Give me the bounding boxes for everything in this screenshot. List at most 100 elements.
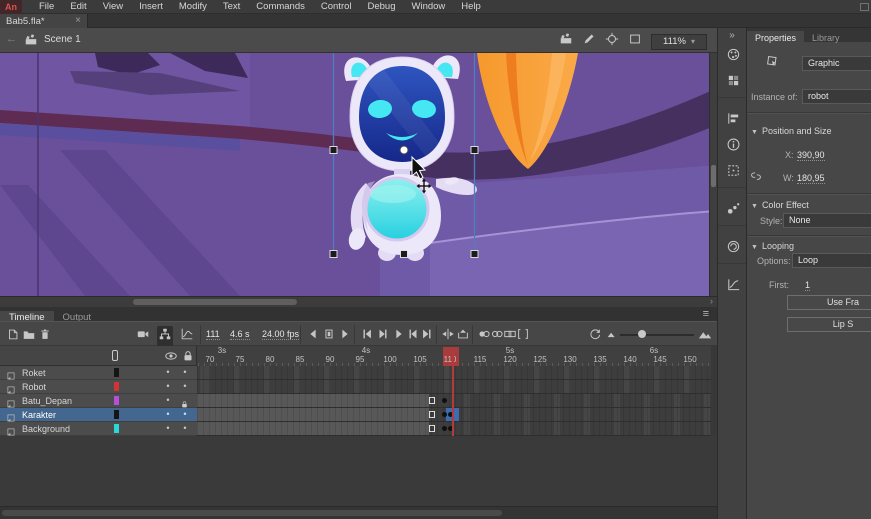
step-forward-icon[interactable] [406,327,420,346]
play-icon[interactable] [392,327,406,346]
instance-name-field[interactable]: robot [802,89,871,104]
tab-properties[interactable]: Properties [747,31,804,45]
elapsed-time-value[interactable]: 4.6 s [230,329,250,340]
camera-icon[interactable] [136,327,150,346]
color-palette-icon[interactable] [718,41,748,67]
span-end-marker[interactable] [429,425,435,432]
frame-span[interactable] [197,422,429,435]
color-style-select[interactable]: None [783,213,871,228]
info-icon[interactable] [718,131,748,157]
lip-sync-button[interactable]: Lip S [787,317,871,332]
edit-scene-icon[interactable] [559,32,573,51]
frame-row-roket[interactable] [197,366,711,380]
step-back-icon[interactable] [376,327,390,346]
layer-row-robot[interactable]: Robot • • [0,380,197,394]
layer-visibility-toggle[interactable]: • [162,422,174,435]
h-scroll-thumb[interactable] [133,299,297,305]
frame-row-robot[interactable] [197,380,711,394]
menu-view[interactable]: View [95,0,131,14]
layer-row-batu_depan[interactable]: Batu_Depan • [0,394,197,408]
menu-file[interactable]: File [31,0,62,14]
motion-editor-icon[interactable] [180,327,194,346]
zoom-out-frames-icon[interactable] [605,327,619,346]
loop-range-icon[interactable] [322,327,336,346]
section-looping[interactable]: ▼Looping [751,241,794,251]
layer-lock-toggle[interactable]: • [179,380,191,393]
stage-canvas[interactable] [0,53,717,296]
keyframe-dot[interactable] [442,426,447,431]
layer-outline-color[interactable] [114,382,119,391]
layer-visibility-toggle[interactable]: • [162,366,174,379]
menu-commands[interactable]: Commands [248,0,313,14]
brush-library-icon[interactable] [718,195,748,221]
menu-debug[interactable]: Debug [360,0,404,14]
swatches-icon[interactable] [718,67,748,93]
frames-ruler[interactable]: 7075808590951001051101151201251301351401… [197,346,711,366]
span-end-marker[interactable] [429,411,435,418]
layer-outline-color[interactable] [114,396,119,405]
frame-grid[interactable] [197,366,711,436]
menu-insert[interactable]: Insert [131,0,171,14]
layer-visibility-toggle[interactable]: • [162,408,174,421]
layer-name[interactable]: Batu_Depan [22,396,72,406]
back-icon[interactable]: ← [6,33,17,45]
current-frame-value[interactable]: 111 [206,329,220,340]
collapse-panels-icon[interactable]: » [718,28,746,41]
workspace-icon[interactable] [860,3,869,11]
section-color-effect[interactable]: ▼Color Effect [751,200,809,210]
close-icon[interactable]: × [75,16,81,26]
link-width-height-icon[interactable] [749,169,763,188]
new-folder-icon[interactable] [22,327,36,346]
edit-multiple-frames-icon[interactable] [503,327,517,346]
layer-name[interactable]: Karakter [22,410,56,420]
first-frame-value[interactable]: 1 [805,280,810,291]
frame-span[interactable] [197,394,429,407]
layer-visibility-toggle[interactable]: • [162,394,174,407]
align-icon[interactable] [718,105,748,131]
layer-outline-color[interactable] [114,410,119,419]
layer-outline-color[interactable] [114,424,119,433]
parenting-view-icon[interactable] [157,326,173,347]
scroll-right-icon[interactable]: › [710,296,713,306]
layer-name[interactable]: Robot [22,382,46,392]
outline-color-header-icon[interactable] [112,350,118,361]
span-end-marker[interactable] [429,397,435,404]
layer-row-roket[interactable]: Roket • • [0,366,197,380]
keyframe-dot[interactable] [442,412,447,417]
document-tab[interactable]: Bab5.fla* × [0,14,88,28]
tab-library[interactable]: Library [804,31,848,45]
onion-skin-outlines-icon[interactable] [490,327,504,346]
app-logo[interactable]: An [0,0,22,14]
center-frame-icon[interactable] [441,327,455,346]
slider-knob[interactable] [638,330,646,338]
x-value[interactable]: 390,90 [797,150,825,161]
modify-markers-icon[interactable] [516,327,530,346]
stage-h-scrollbar[interactable]: › [0,296,717,307]
frame-row-batu_depan[interactable] [197,394,711,408]
layer-lock-toggle[interactable]: • [179,366,191,379]
timeline-h-scrollbar[interactable] [0,506,717,519]
loop-options-select[interactable]: Loop [792,253,871,268]
layer-row-karakter[interactable]: Karakter•• [0,408,197,422]
layer-lock-toggle[interactable]: • [179,422,191,435]
center-stage-icon[interactable] [605,32,619,51]
motion-editor-icon[interactable] [718,271,748,297]
reset-timeline-zoom-icon[interactable] [588,327,602,346]
use-frame-picker-button[interactable]: Use Fra [787,295,871,310]
go-to-first-frame-icon[interactable] [360,327,374,346]
delete-layer-icon[interactable] [38,327,52,346]
go-to-last-frame-icon[interactable] [420,327,434,346]
menu-text[interactable]: Text [215,0,248,14]
creative-cloud-icon[interactable] [718,233,748,259]
keyframe-dot[interactable] [442,398,447,403]
layer-row-background[interactable]: Background•• [0,422,197,436]
scene-name[interactable]: Scene 1 [44,34,81,45]
zoom-in-frames-icon[interactable] [698,327,712,346]
layer-visibility-toggle[interactable]: • [162,380,174,393]
playhead[interactable] [452,350,454,436]
layer-name[interactable]: Roket [22,368,46,378]
onion-skin-icon[interactable] [477,327,491,346]
menu-modify[interactable]: Modify [171,0,215,14]
frame-row-karakter[interactable] [197,408,711,422]
loop-range-right-icon[interactable] [338,327,352,346]
